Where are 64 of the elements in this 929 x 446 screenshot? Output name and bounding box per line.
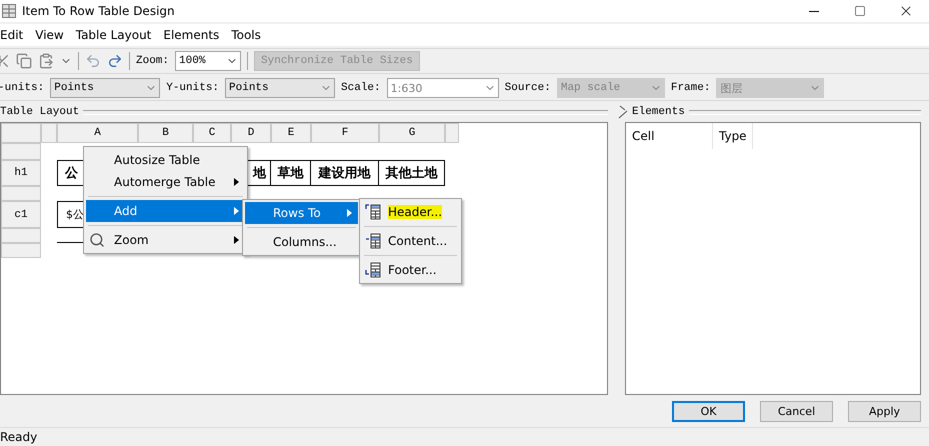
- cancel-button[interactable]: Cancel: [760, 400, 833, 422]
- submenu-arrow-icon: [234, 236, 239, 244]
- column-header[interactable]: A: [57, 123, 138, 143]
- menu-item[interactable]: Header...: [362, 201, 459, 223]
- table-cell: 其他土地: [379, 160, 445, 186]
- row-header[interactable]: [1, 228, 41, 243]
- menu-item[interactable]: Content...: [362, 230, 459, 252]
- row-header[interactable]: c1: [1, 201, 41, 228]
- ok-button[interactable]: OK: [672, 400, 745, 422]
- redo-icon[interactable]: [107, 53, 123, 69]
- window-title: Item To Row Table Design: [22, 4, 176, 18]
- menu-item[interactable]: Edit: [0, 28, 30, 42]
- table-rows-icon: [365, 204, 381, 220]
- column-header[interactable]: [445, 123, 459, 143]
- menu-item[interactable]: Columns...: [245, 231, 358, 253]
- minimize-icon: [809, 10, 819, 12]
- column-header[interactable]: [41, 123, 57, 143]
- column-header[interactable]: F: [311, 123, 379, 143]
- table-cell: 建设用地: [311, 160, 379, 186]
- row-header[interactable]: [1, 143, 41, 160]
- submenu-arrow-icon: [347, 209, 352, 217]
- splitter-icon: [618, 105, 628, 119]
- field-label: -units:: [0, 82, 44, 94]
- zoom-label: Zoom:: [136, 55, 170, 67]
- submenu-arrow-icon: [234, 178, 239, 186]
- table-rows-icon: [365, 233, 381, 249]
- field-label: Y-units:: [166, 82, 220, 94]
- apply-button[interactable]: Apply: [848, 400, 921, 422]
- copy-icon[interactable]: [16, 53, 32, 69]
- group-title: Table Layout: [0, 106, 80, 118]
- zoom-select[interactable]: 100%: [175, 51, 242, 71]
- column-header[interactable]: E: [271, 123, 311, 143]
- submenu-arrow-icon: [234, 207, 239, 215]
- field-label: Scale:: [341, 82, 381, 94]
- menu-item[interactable]: Elements: [157, 28, 226, 42]
- table-cell: 草地: [271, 160, 311, 186]
- column-header[interactable]: C: [193, 123, 231, 143]
- app-icon: [2, 4, 16, 18]
- field-label: Frame:: [670, 82, 710, 94]
- dropdown[interactable]: Points: [50, 78, 160, 98]
- maximize-icon: [854, 5, 866, 17]
- row-header[interactable]: [1, 243, 41, 258]
- menu-item[interactable]: Add: [86, 200, 245, 222]
- menu-item[interactable]: Footer...: [362, 259, 459, 281]
- menu-item[interactable]: Zoom: [86, 229, 245, 251]
- menu-item[interactable]: Tools: [225, 28, 267, 42]
- field-label: Source:: [504, 82, 551, 94]
- group-title: Elements: [632, 106, 685, 118]
- menu-item[interactable]: Rows To: [245, 202, 358, 224]
- column-header[interactable]: D: [231, 123, 271, 143]
- table-rows-icon: [365, 262, 381, 278]
- column-header[interactable]: Cell: [626, 123, 713, 149]
- column-header[interactable]: Type: [713, 123, 753, 149]
- column-header[interactable]: G: [379, 123, 445, 143]
- row-header[interactable]: h1: [1, 160, 41, 186]
- search-icon: [89, 232, 105, 248]
- column-header[interactable]: B: [138, 123, 193, 143]
- paste-icon[interactable]: [38, 53, 54, 69]
- row-header[interactable]: [1, 186, 41, 201]
- undo-icon[interactable]: [85, 53, 101, 69]
- menu-item[interactable]: Table Layout: [70, 28, 158, 42]
- status-text: Ready: [0, 430, 38, 444]
- menu-item[interactable]: View: [29, 28, 70, 42]
- dropdown[interactable]: Points: [225, 78, 336, 98]
